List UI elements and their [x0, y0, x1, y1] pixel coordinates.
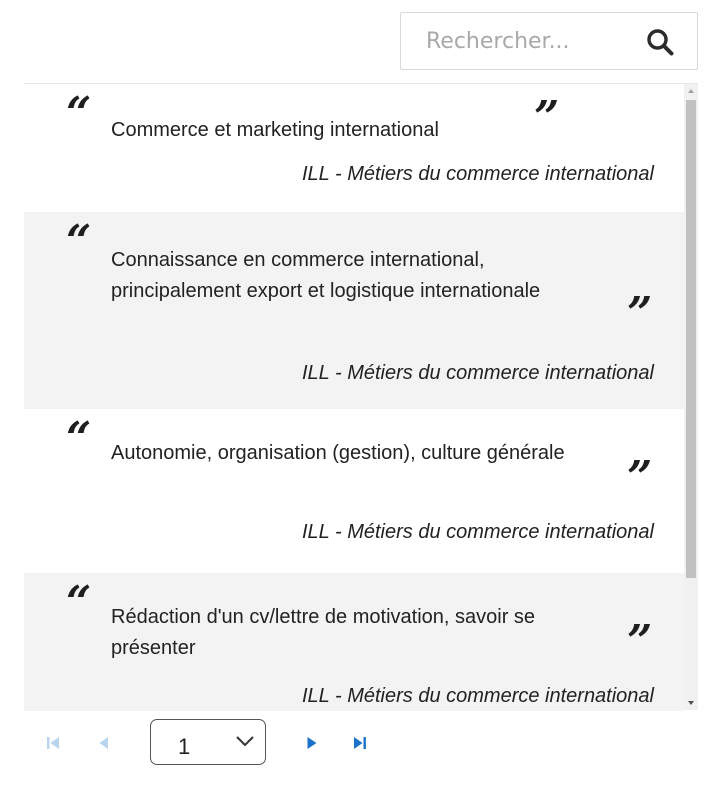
open-quote-icon: “: [66, 413, 92, 464]
quote-text: Autonomie, organisation (gestion), cultu…: [111, 442, 565, 464]
first-page-icon[interactable]: [44, 733, 64, 753]
quote-item: “ Rédaction d'un cv/lettre de motivation…: [24, 573, 684, 711]
close-quote-icon: ”: [627, 452, 653, 503]
quote-item: “ Commerce et marketing international ” …: [24, 84, 684, 212]
quote-list[interactable]: “ Commerce et marketing international ” …: [24, 83, 698, 711]
quote-author: ILL - Métiers du commerce international: [301, 685, 654, 707]
search-input[interactable]: [401, 13, 631, 69]
scrollbar-thumb[interactable]: [686, 100, 696, 578]
previous-page-icon[interactable]: [94, 733, 114, 753]
search-box: [400, 12, 698, 70]
close-quote-icon: ”: [534, 92, 560, 143]
open-quote-icon: “: [66, 577, 92, 628]
last-page-icon[interactable]: [350, 733, 370, 753]
quote-text: Connaissance en commerce international, …: [111, 249, 541, 302]
page-number-value: 1: [178, 734, 191, 759]
scroll-up-arrow-icon[interactable]: [684, 84, 698, 98]
open-quote-icon: “: [66, 216, 92, 267]
quote-author: ILL - Métiers du commerce international: [301, 521, 654, 543]
search-icon[interactable]: [645, 27, 675, 57]
quote-item: “ Autonomie, organisation (gestion), cul…: [24, 409, 684, 573]
close-quote-icon: ”: [627, 288, 653, 339]
page-number-select[interactable]: 1: [150, 719, 266, 765]
list-scrollbar[interactable]: [684, 84, 698, 710]
quote-author: ILL - Métiers du commerce international: [301, 362, 654, 384]
scroll-down-arrow-icon[interactable]: [684, 696, 698, 710]
quote-text: Rédaction d'un cv/lettre de motivation, …: [111, 606, 536, 659]
quote-author: ILL - Métiers du commerce international: [301, 163, 654, 185]
next-page-icon[interactable]: [302, 733, 322, 753]
quote-item: “ Connaissance en commerce international…: [24, 212, 684, 409]
open-quote-icon: “: [66, 88, 92, 139]
quote-text: Commerce et marketing international: [111, 119, 439, 141]
chevron-down-icon: [236, 736, 254, 747]
close-quote-icon: ”: [627, 616, 653, 667]
testimonials-widget: “ Commerce et marketing international ” …: [0, 0, 714, 785]
